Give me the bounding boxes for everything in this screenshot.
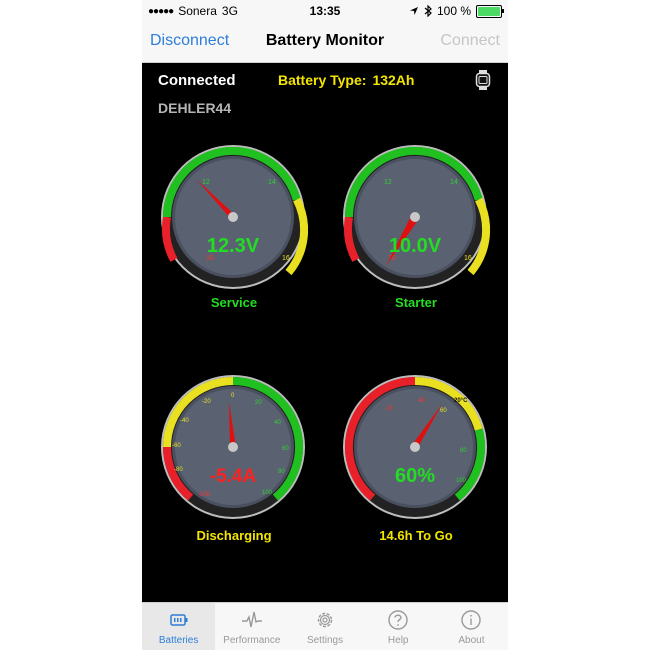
starter-value: 10.0V <box>389 235 442 257</box>
battery-percent: 100 % <box>436 4 471 18</box>
service-tick-14: 14 <box>268 179 276 186</box>
tab-settings[interactable]: Settings <box>288 603 361 650</box>
info-icon <box>461 610 482 630</box>
tab-batteries-label: Batteries <box>158 635 199 646</box>
charge-gauge: 20 40 60 80 100 20°C 60% <box>343 375 487 519</box>
charge-tick-40: 40 <box>418 398 425 404</box>
connection-status: Connected <box>158 72 236 89</box>
charge-value: 60% <box>395 465 435 487</box>
disconnect-button[interactable]: Disconnect <box>150 32 229 50</box>
watch-icon[interactable] <box>474 70 492 90</box>
tab-performance[interactable]: Performance <box>215 603 288 650</box>
charge-tick-temp: 20°C <box>454 398 468 404</box>
charge-tick-60: 60 <box>440 408 447 414</box>
current-label: Discharging <box>196 528 272 543</box>
current-tick-minus80: -80 <box>174 467 183 473</box>
current-tick-60: 60 <box>282 446 289 452</box>
current-tick-minus40: -40 <box>180 418 189 424</box>
pulse-icon <box>241 611 262 628</box>
tab-about[interactable]: About <box>435 603 508 650</box>
battery-type-value: 132Ah <box>372 72 415 88</box>
tab-settings-label: Settings <box>306 635 344 646</box>
current-tick-40: 40 <box>274 420 281 426</box>
current-gauge: -100 -80 -60 -40 -20 0 20 40 60 80 100 -… <box>161 375 305 519</box>
current-tick-100: 100 <box>262 490 273 496</box>
tab-batteries[interactable]: Batteries <box>142 603 216 650</box>
tab-help[interactable]: Help <box>362 603 435 650</box>
charge-tick-100: 100 <box>456 478 467 484</box>
help-icon <box>388 610 408 630</box>
service-tick-16: 16 <box>282 255 290 262</box>
status-bar: ●●●●● Sonera 3G 13:35 100 % <box>142 0 508 22</box>
current-tick-minus100: -100 <box>198 492 211 498</box>
tab-performance-label: Performance <box>223 635 281 646</box>
service-value: 12.3V <box>207 235 260 257</box>
current-tick-minus20: -20 <box>202 399 211 405</box>
starter-gauge: 10 12 14 16 10.0V <box>343 145 490 289</box>
current-tick-20: 20 <box>255 400 262 406</box>
phone-screen: ●●●●● Sonera 3G 13:35 100 % Disconnect B… <box>142 0 508 650</box>
location-arrow-icon <box>409 7 418 15</box>
status-right: 100 % <box>409 4 504 18</box>
charge-tick-20: 20 <box>386 406 393 412</box>
starter-tick-16: 16 <box>464 255 472 262</box>
starter-tick-12: 12 <box>384 179 392 186</box>
starter-tick-14: 14 <box>450 179 458 186</box>
navigation-bar: Disconnect Battery Monitor Connect <box>142 22 508 63</box>
service-tick-12: 12 <box>202 179 210 186</box>
charge-label: 14.6h To Go <box>379 528 453 543</box>
battery-icon <box>476 4 504 18</box>
tab-help-label: Help <box>387 635 409 646</box>
current-tick-80: 80 <box>278 469 285 475</box>
battery-icon <box>169 614 188 626</box>
gear-icon <box>317 612 333 628</box>
bluetooth-icon <box>424 5 432 17</box>
current-value: -5.4A <box>210 466 257 487</box>
tab-about-label: About <box>458 635 485 646</box>
connect-button[interactable]: Connect <box>440 32 500 50</box>
battery-type: Battery Type: 132Ah <box>278 72 414 88</box>
starter-label: Starter <box>395 295 437 310</box>
service-label: Service <box>210 295 258 310</box>
service-gauge: 10 12 14 16 12.3V <box>161 145 308 289</box>
device-name: DEHLER44 <box>158 100 232 116</box>
current-tick-minus60: -60 <box>172 443 181 449</box>
battery-type-label: Battery Type: <box>278 72 367 88</box>
tab-bar: Batteries Performance Settings Help Abou… <box>142 602 508 650</box>
charge-tick-80: 80 <box>460 448 467 454</box>
